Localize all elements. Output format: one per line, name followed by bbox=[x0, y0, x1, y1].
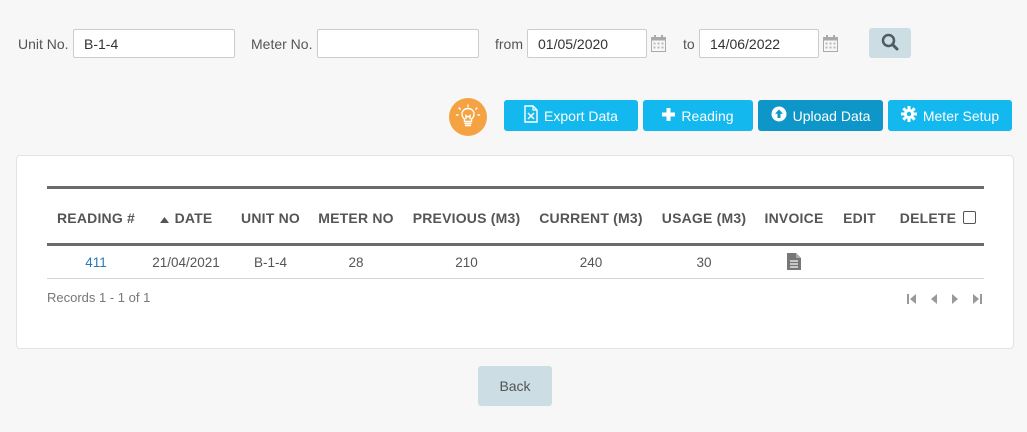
meter-setup-button[interactable]: Meter Setup bbox=[888, 100, 1012, 131]
add-reading-button[interactable]: Reading bbox=[643, 100, 753, 131]
upload-circle-icon bbox=[771, 106, 787, 125]
meter-setup-label: Meter Setup bbox=[922, 107, 1000, 124]
column-header-edit: EDIT bbox=[843, 209, 876, 226]
column-header-usage[interactable]: USAGE (M3) bbox=[647, 189, 761, 246]
calendar-icon[interactable] bbox=[823, 35, 838, 52]
upload-data-button[interactable]: Upload Data bbox=[758, 100, 883, 131]
select-all-checkbox[interactable] bbox=[963, 211, 977, 224]
to-label: to bbox=[683, 36, 695, 52]
add-reading-label: Reading bbox=[681, 107, 734, 124]
unit-no-label: Unit No. bbox=[18, 36, 69, 52]
meter-no-label: Meter No. bbox=[251, 36, 313, 52]
column-header-delete-label: DELETE bbox=[899, 209, 957, 226]
next-page-icon[interactable] bbox=[948, 292, 962, 306]
search-button[interactable] bbox=[869, 28, 911, 58]
invoice-cell bbox=[761, 246, 827, 279]
column-header-reading[interactable]: READING # bbox=[47, 189, 145, 246]
export-data-button[interactable]: Export Data bbox=[504, 100, 638, 131]
reading-number-link[interactable]: 411 bbox=[47, 246, 145, 279]
table-row: 411 21/04/2021 B-1-4 28 210 240 30 bbox=[47, 246, 984, 279]
invoice-document-icon[interactable] bbox=[787, 252, 801, 273]
column-header-date[interactable]: DATE bbox=[145, 189, 227, 246]
date-cell: 21/04/2021 bbox=[152, 255, 220, 270]
column-header-delete: DELETE bbox=[892, 189, 984, 246]
current-cell: 240 bbox=[579, 255, 603, 270]
first-page-icon[interactable] bbox=[905, 292, 919, 306]
edit-cell bbox=[827, 246, 892, 279]
from-label: from bbox=[495, 36, 523, 52]
previous-cell: 210 bbox=[455, 255, 478, 270]
export-data-label: Export Data bbox=[544, 107, 618, 124]
excel-file-icon bbox=[524, 105, 538, 126]
grid-header: READING # DATE UNIT NO METER NO PREVIOUS… bbox=[47, 189, 984, 246]
column-header-invoice: INVOICE bbox=[764, 209, 824, 226]
unit-cell: B-1-4 bbox=[253, 255, 287, 270]
sort-asc-icon bbox=[159, 210, 169, 226]
previous-page-icon[interactable] bbox=[927, 292, 941, 306]
column-header-meter[interactable]: METER NO bbox=[314, 189, 398, 246]
column-header-current[interactable]: CURRENT (M3) bbox=[535, 189, 647, 246]
readings-grid: READING # DATE UNIT NO METER NO PREVIOUS… bbox=[47, 186, 984, 279]
meter-cell: 28 bbox=[348, 255, 364, 270]
usage-cell: 30 bbox=[696, 255, 712, 270]
plus-icon bbox=[662, 107, 676, 124]
records-count: Records 1 - 1 of 1 bbox=[47, 290, 151, 305]
lightbulb-icon[interactable] bbox=[449, 98, 487, 136]
unit-no-input[interactable] bbox=[73, 29, 235, 58]
column-header-unit[interactable]: UNIT NO bbox=[227, 189, 314, 246]
back-button[interactable]: Back bbox=[478, 366, 552, 406]
from-date-input[interactable] bbox=[527, 29, 647, 58]
column-header-previous[interactable]: PREVIOUS (M3) bbox=[398, 189, 535, 246]
last-page-icon[interactable] bbox=[970, 292, 984, 306]
readings-panel: READING # DATE UNIT NO METER NO PREVIOUS… bbox=[16, 155, 1014, 349]
calendar-icon[interactable] bbox=[651, 35, 666, 52]
meter-no-input[interactable] bbox=[317, 29, 479, 58]
column-header-date-label: DATE bbox=[174, 209, 213, 226]
gear-icon bbox=[900, 106, 917, 125]
to-date-input[interactable] bbox=[699, 29, 819, 58]
delete-cell bbox=[892, 246, 984, 279]
search-icon bbox=[881, 33, 899, 54]
upload-data-label: Upload Data bbox=[792, 107, 871, 124]
